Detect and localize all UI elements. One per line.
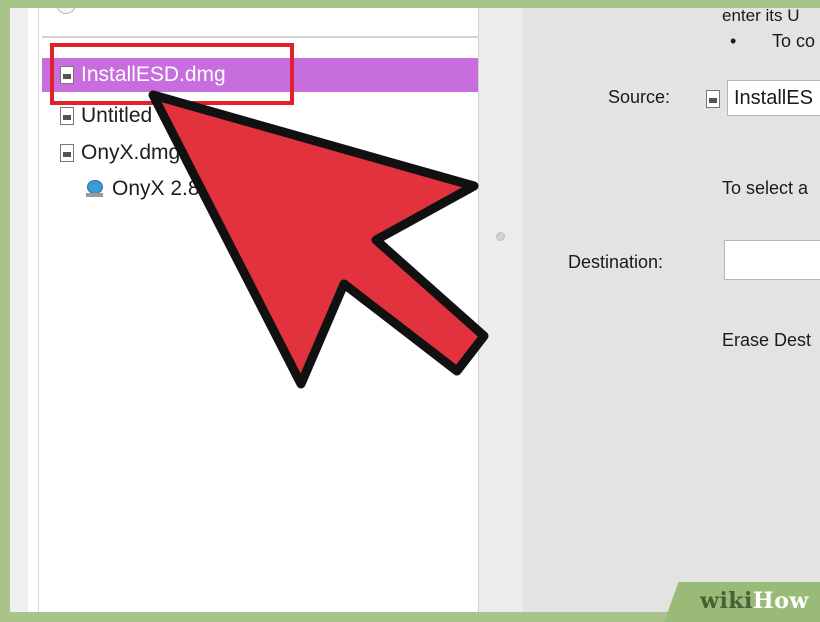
disk-image-file-icon: [60, 107, 74, 125]
mounted-volume-icon: [86, 180, 104, 198]
sidebar-divider: [38, 8, 39, 612]
sidebar-item-label: OnyX.dmg: [81, 141, 181, 164]
sidebar-item-label: Untitled: [81, 104, 153, 127]
pane-splitter[interactable]: [478, 8, 523, 612]
restore-panel: enter its U • To co Source: InstallES To…: [522, 8, 820, 612]
destination-field[interactable]: [724, 240, 820, 280]
instruction-text: enter its U: [722, 8, 800, 25]
disk-image-file-icon: [60, 144, 74, 162]
sidebar-item-onyx-dmg[interactable]: OnyX.dmg: [42, 136, 490, 170]
select-hint-text: To select a: [722, 178, 809, 198]
wikihow-logo: wikiHow: [700, 588, 809, 614]
scroll-indicator-icon: [56, 8, 76, 14]
sidebar-item-label: OnyX 2.8: [112, 177, 200, 200]
highlight-box: [50, 43, 294, 105]
source-label: Source:: [608, 87, 671, 107]
erase-destination-label: Erase Dest: [722, 330, 812, 350]
sidebar-item-onyx-volume[interactable]: OnyX 2.8: [42, 172, 490, 206]
source-field[interactable]: InstallES: [727, 80, 820, 116]
disk-image-file-icon: [706, 90, 720, 108]
sidebar: InstallESD.dmg Untitled OnyX.dmg OnyX 2.…: [10, 8, 490, 612]
disk-utility-window: InstallESD.dmg Untitled OnyX.dmg OnyX 2.…: [10, 8, 820, 612]
sidebar-separator: [42, 36, 490, 38]
source-value: InstallES: [734, 87, 813, 109]
bullet-icon: •: [730, 31, 737, 51]
splitter-handle-icon[interactable]: [496, 232, 505, 241]
destination-label: Destination:: [568, 252, 664, 272]
instruction-text: To co: [772, 31, 816, 51]
